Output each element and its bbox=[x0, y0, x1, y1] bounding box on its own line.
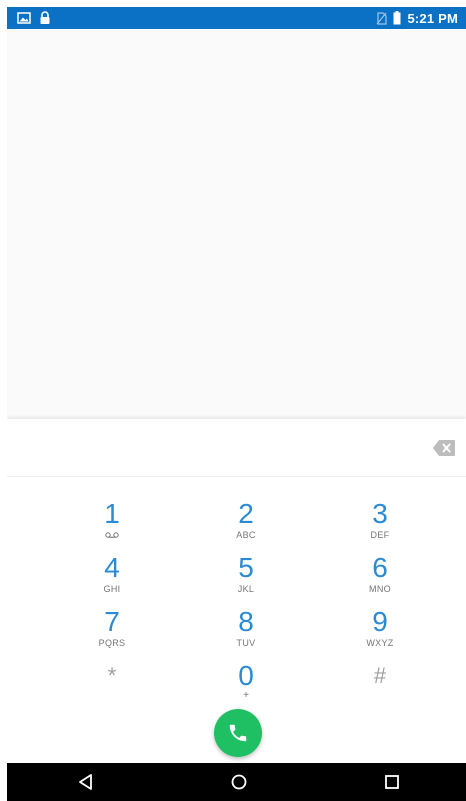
status-left-icons bbox=[17, 10, 51, 26]
key-digit: 7 bbox=[104, 606, 120, 637]
dial-key-6[interactable]: 6 MNO bbox=[340, 553, 420, 605]
key-digit: 5 bbox=[238, 552, 254, 583]
key-letters: JKL bbox=[237, 584, 255, 594]
image-notification-icon bbox=[17, 12, 31, 24]
key-digit: * bbox=[107, 663, 117, 688]
phone-screen: 5:21 PM 1 2 ABC 3 DEF 4 GHI 5 JKL 6 MNO … bbox=[7, 7, 466, 801]
key-digit: 8 bbox=[238, 606, 254, 637]
status-time: 5:21 PM bbox=[407, 10, 458, 26]
key-letters: WXYZ bbox=[366, 638, 394, 648]
call-log-area bbox=[7, 29, 466, 419]
key-digit: 6 bbox=[372, 552, 388, 583]
dialpad: 1 2 ABC 3 DEF 4 GHI 5 JKL 6 MNO 7 PQRS 8… bbox=[7, 419, 466, 763]
recents-icon[interactable] bbox=[382, 772, 402, 792]
key-digit: 0 bbox=[238, 660, 254, 691]
call-button[interactable] bbox=[214, 709, 262, 757]
dial-key-7[interactable]: 7 PQRS bbox=[72, 607, 152, 659]
lock-icon bbox=[39, 11, 51, 25]
dial-key-0[interactable]: 0 + bbox=[206, 661, 286, 713]
voicemail-icon bbox=[72, 529, 152, 541]
key-digit: 1 bbox=[104, 498, 120, 529]
status-bar: 5:21 PM bbox=[7, 7, 466, 29]
key-digit: 3 bbox=[372, 498, 388, 529]
backspace-icon[interactable] bbox=[432, 439, 456, 457]
back-icon[interactable] bbox=[76, 772, 96, 792]
no-sim-icon bbox=[376, 11, 388, 25]
key-digit: 2 bbox=[238, 498, 254, 529]
home-icon[interactable] bbox=[229, 772, 249, 792]
key-digit: 9 bbox=[372, 606, 388, 637]
navigation-bar bbox=[7, 763, 466, 801]
key-letters: MNO bbox=[369, 584, 391, 594]
digits-row bbox=[7, 419, 466, 477]
key-letters: ABC bbox=[236, 530, 256, 540]
key-digit: 4 bbox=[104, 552, 120, 583]
key-letters: GHI bbox=[103, 584, 121, 594]
dial-key-9[interactable]: 9 WXYZ bbox=[340, 607, 420, 659]
dial-key-star[interactable]: * bbox=[72, 661, 152, 713]
key-digit: # bbox=[373, 663, 387, 688]
key-letters: DEF bbox=[370, 530, 390, 540]
key-letters: TUV bbox=[236, 638, 256, 648]
key-letters: PQRS bbox=[98, 638, 126, 648]
dial-key-4[interactable]: 4 GHI bbox=[72, 553, 152, 605]
dial-key-8[interactable]: 8 TUV bbox=[206, 607, 286, 659]
key-letters: + bbox=[243, 690, 249, 701]
status-right-icons: 5:21 PM bbox=[376, 10, 458, 26]
digits-input[interactable] bbox=[23, 429, 403, 465]
phone-icon bbox=[227, 722, 249, 744]
dial-key-1[interactable]: 1 bbox=[72, 499, 152, 551]
dial-key-pound[interactable]: # bbox=[340, 661, 420, 713]
dial-key-3[interactable]: 3 DEF bbox=[340, 499, 420, 551]
battery-icon bbox=[393, 11, 401, 25]
dial-key-5[interactable]: 5 JKL bbox=[206, 553, 286, 605]
dial-key-2[interactable]: 2 ABC bbox=[206, 499, 286, 551]
